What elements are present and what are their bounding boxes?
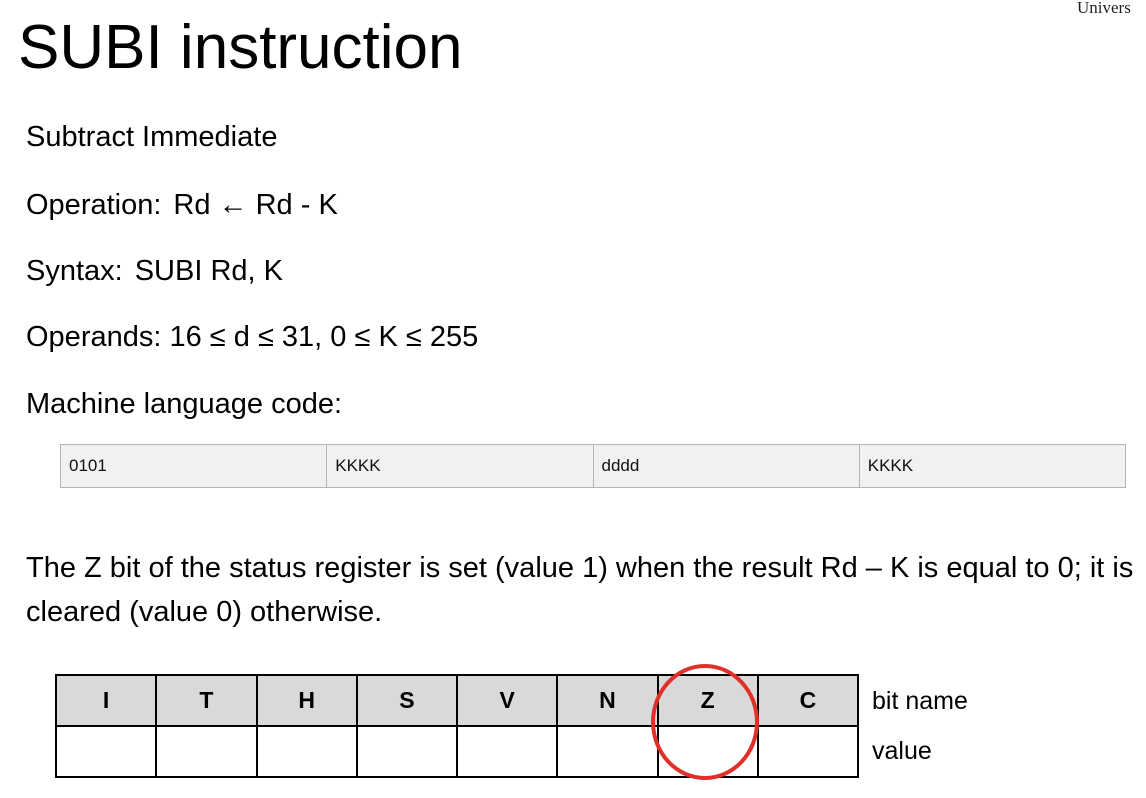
machine-code-row: 0101 KKKK dddd KKKK [59, 444, 1127, 488]
operands-line: Operands: 16 ≤ d ≤ 31, 0 ≤ K ≤ 255 [26, 321, 479, 353]
bit-name-row-label: bit name [872, 687, 968, 715]
bit-value-cell [556, 725, 659, 778]
bit-value-cell [756, 725, 860, 778]
z-bit-highlight-circle [651, 664, 759, 780]
bit-name-cell: N [556, 674, 659, 727]
bit-value-cell [155, 725, 258, 778]
bit-name-cell: S [355, 674, 459, 727]
machine-code-field-register: dddd [592, 444, 860, 488]
operation-line: Operation: Rd ← Rd - K [26, 188, 338, 222]
bit-name-cell: C [756, 674, 860, 727]
machine-code-table: 0101 KKKK dddd KKKK [59, 444, 1127, 488]
machine-code-field-k-high: KKKK [326, 444, 594, 488]
machine-code-field-opcode: 0101 [59, 444, 328, 488]
syntax-label: Syntax: [26, 255, 123, 287]
bit-value-cell [455, 725, 559, 778]
machine-code-label: Machine language code: [26, 388, 343, 420]
operation-expression: Rd ← Rd - K [173, 189, 338, 221]
bit-value-cell [255, 725, 358, 778]
syntax-line: Syntax: SUBI Rd, K [26, 254, 283, 288]
bit-value-cell [54, 725, 158, 778]
syntax-expression: SUBI Rd, K [134, 255, 283, 287]
z-bit-explanation: The Z bit of the status register is set … [26, 552, 1134, 628]
institution-label: Univers [1077, 0, 1131, 17]
instruction-description: Subtract Immediate [26, 121, 278, 153]
operation-label: Operation: [26, 189, 162, 221]
machine-code-field-k-low: KKKK [858, 444, 1127, 488]
bit-name-cell: V [455, 674, 559, 727]
bit-value-cell [355, 725, 459, 778]
value-row-label: value [872, 737, 932, 765]
bit-name-cell: H [255, 674, 358, 727]
bit-name-cell: T [155, 674, 258, 727]
bit-name-cell: I [54, 674, 158, 727]
slide-title: SUBI instruction [18, 13, 463, 82]
